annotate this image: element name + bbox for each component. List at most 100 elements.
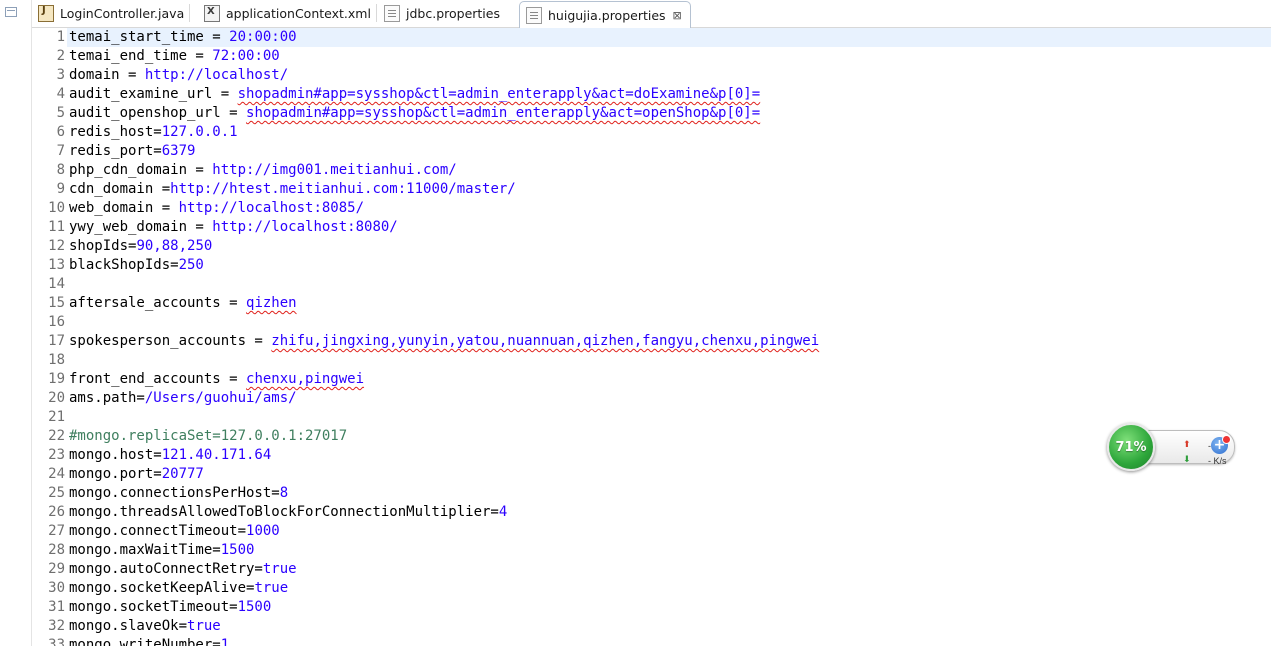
property-value: 8 <box>279 485 289 501</box>
code-line[interactable]: 2 temai_end_time = 72:00:00 <box>32 47 819 66</box>
line-code: web_domain = http://localhost:8085/ <box>65 199 364 218</box>
property-key: ywy_web_domain = <box>69 219 213 235</box>
code-line[interactable]: 26 mongo.threadsAllowedToBlockForConnecti… <box>32 503 819 522</box>
line-code: temai_start_time = 20:00:00 <box>65 28 297 47</box>
code-line[interactable]: 23 mongo.host=121.40.171.64 <box>32 446 819 465</box>
property-key: aftersale_accounts = <box>69 295 247 311</box>
line-code: mongo.autoConnectRetry=true <box>65 560 297 579</box>
line-number: 3 <box>56 67 65 83</box>
line-code: ams.path=/Users/guohui/ams/ <box>65 389 297 408</box>
property-key: front_end_accounts = <box>69 371 247 387</box>
code-line[interactable]: 13 blackShopIds=250 <box>32 256 819 275</box>
property-key: temai_end_time = <box>69 48 213 64</box>
property-key: cdn_domain = <box>69 181 171 197</box>
line-number: 13 <box>48 257 65 273</box>
property-value: http://localhost:8085/ <box>178 200 365 216</box>
line-code: audit_examine_url = shopadmin#app=syssho… <box>65 85 760 104</box>
property-key: mongo.port= <box>69 466 162 482</box>
tab-label: huigujia.properties <box>548 7 666 23</box>
property-value: 121.40.171.64 <box>161 447 272 463</box>
property-key: mongo.maxWaitTime= <box>69 542 221 558</box>
property-key: mongo.connectionsPerHost= <box>69 485 280 501</box>
code-line[interactable]: 3 domain = http://localhost/ <box>32 66 819 85</box>
tab-huigujia-properties[interactable]: huigujia.properties ⊠ <box>519 1 691 29</box>
code-line[interactable]: 32 mongo.slaveOk=true <box>32 617 819 636</box>
tab-application-context[interactable]: applicationContext.xml <box>204 0 377 26</box>
property-value: 1500 <box>237 599 272 615</box>
line-code: mongo.connectTimeout=1000 <box>65 522 280 541</box>
code-line[interactable]: 24 mongo.port=20777 <box>32 465 819 484</box>
line-number: 32 <box>48 618 65 634</box>
close-tab-icon[interactable]: ⊠ <box>673 9 682 22</box>
line-number: 29 <box>48 561 65 577</box>
code-line[interactable]: 21 <box>32 408 819 427</box>
code-line[interactable]: 17 spokesperson_accounts = zhifu,jingxing… <box>32 332 819 351</box>
code-line[interactable]: 9 cdn_domain =http://htest.meitianhui.com… <box>32 180 819 199</box>
property-key: temai_start_time = <box>69 29 230 45</box>
property-key: web_domain = <box>69 200 179 216</box>
property-value: http://localhost/ <box>144 67 289 83</box>
restore-view-icon[interactable] <box>5 7 17 17</box>
line-code: mongo.maxWaitTime=1500 <box>65 541 254 560</box>
properties-file-icon <box>384 4 400 22</box>
property-key: mongo.threadsAllowedToBlockForConnection… <box>69 504 499 520</box>
code-line[interactable]: 25 mongo.connectionsPerHost=8 <box>32 484 819 503</box>
property-value: chenxu,pingwei <box>246 371 365 387</box>
code-line[interactable]: 1 temai_start_time = 20:00:00 <box>32 28 819 47</box>
line-code: aftersale_accounts = qizhen <box>65 294 297 313</box>
code-line[interactable]: 16 <box>32 313 819 332</box>
code-line[interactable]: 28 mongo.maxWaitTime=1500 <box>32 541 819 560</box>
code-line[interactable]: 22 #mongo.replicaSet=127.0.0.1:27017 <box>32 427 819 446</box>
code-line[interactable]: 27 mongo.connectTimeout=1000 <box>32 522 819 541</box>
line-code: shopIds=90,88,250 <box>65 237 212 256</box>
tab-login-controller[interactable]: LoginController.java <box>38 0 191 26</box>
property-value: 4 <box>498 504 508 520</box>
property-value: http://htest.meitianhui.com:11000/master… <box>170 181 516 197</box>
property-value: 1000 <box>246 523 280 539</box>
tab-jdbc-properties[interactable]: jdbc.properties <box>384 0 500 26</box>
tab-label: LoginController.java <box>60 5 185 21</box>
code-line[interactable]: 15 aftersale_accounts = qizhen <box>32 294 819 313</box>
line-number: 20 <box>48 390 65 406</box>
property-value: 20:00:00 <box>229 29 297 45</box>
property-key: redis_port= <box>69 143 162 159</box>
property-key: mongo.host= <box>69 447 162 463</box>
property-key: blackShopIds= <box>69 257 179 273</box>
line-code: redis_host=127.0.0.1 <box>65 123 238 142</box>
line-code: mongo.slaveOk=true <box>65 617 221 636</box>
download-arrow-icon: ⬇ <box>1183 455 1191 465</box>
comment-text: #mongo.replicaSet=127.0.0.1:27017 <box>69 428 348 444</box>
code-line[interactable]: 7 redis_port=6379 <box>32 142 819 161</box>
property-key: audit_openshop_url = <box>69 105 247 121</box>
line-code: mongo.host=121.40.171.64 <box>65 446 271 465</box>
line-number: 12 <box>48 238 65 254</box>
line-number: 6 <box>56 124 65 140</box>
line-code: mongo.writeNumber=1 <box>65 636 229 646</box>
code-line[interactable]: 33 mongo.writeNumber=1 <box>32 636 819 646</box>
line-number: 9 <box>56 181 65 197</box>
code-line[interactable]: 29 mongo.autoConnectRetry=true <box>32 560 819 579</box>
property-value: true <box>187 618 221 634</box>
line-code: ywy_web_domain = http://localhost:8080/ <box>65 218 398 237</box>
code-line[interactable]: 10 web_domain = http://localhost:8085/ <box>32 199 819 218</box>
code-line[interactable]: 12 shopIds=90,88,250 <box>32 237 819 256</box>
code-line[interactable]: 20 ams.path=/Users/guohui/ams/ <box>32 389 819 408</box>
code-line[interactable]: 19 front_end_accounts = chenxu,pingwei <box>32 370 819 389</box>
code-line[interactable]: 18 <box>32 351 819 370</box>
line-number: 2 <box>56 48 65 64</box>
code-line[interactable]: 5 audit_openshop_url = shopadmin#app=syss… <box>32 104 819 123</box>
code-line[interactable]: 11 ywy_web_domain = http://localhost:8080… <box>32 218 819 237</box>
code-line[interactable]: 6 redis_host=127.0.0.1 <box>32 123 819 142</box>
property-key: ams.path= <box>69 390 145 406</box>
code-line[interactable]: 30 mongo.socketKeepAlive=true <box>32 579 819 598</box>
properties-editor[interactable]: 1 temai_start_time = 20:00:00 2 temai_end_t… <box>32 28 1271 646</box>
network-monitor-widget[interactable]: ⬆ ⬇ - K/s - K/s 71% + <box>1107 423 1235 471</box>
code-line[interactable]: 14 <box>32 275 819 294</box>
code-line[interactable]: 4 audit_examine_url = shopadmin#app=syssh… <box>32 85 819 104</box>
line-code: #mongo.replicaSet=127.0.0.1:27017 <box>65 427 347 446</box>
code-line[interactable]: 8 php_cdn_domain = http://img001.meitianh… <box>32 161 819 180</box>
line-number: 11 <box>48 219 65 235</box>
code-line[interactable]: 31 mongo.socketTimeout=1500 <box>32 598 819 617</box>
property-value: 250 <box>178 257 204 273</box>
line-number: 22 <box>48 428 65 444</box>
